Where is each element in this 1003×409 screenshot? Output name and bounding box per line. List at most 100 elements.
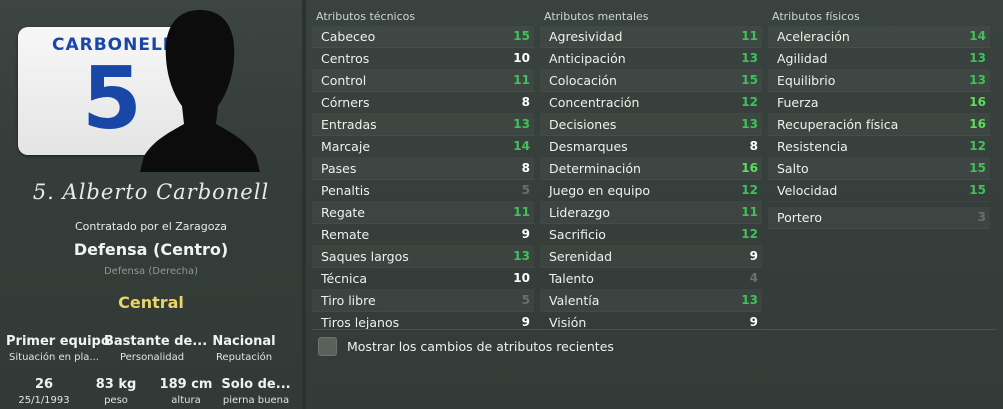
attribute-row[interactable]: Cabeceo 15 (312, 26, 534, 48)
recent-changes-label: Mostrar los cambios de atributos recient… (347, 339, 614, 354)
info-label: Reputación (215, 352, 273, 363)
attribute-row[interactable]: Tiro libre 5 (312, 290, 534, 312)
attribute-value: 13 (741, 51, 758, 65)
attribute-row[interactable]: Técnica 10 (312, 268, 534, 290)
info-age: 26 25/1/1993 (6, 377, 82, 406)
attribute-name: Sacrificio (549, 227, 606, 242)
attribute-row[interactable]: Valentía 13 (540, 290, 762, 312)
attribute-value: 15 (513, 29, 530, 43)
attribute-row[interactable]: Juego en equipo 12 (540, 180, 762, 202)
info-preferred-foot[interactable]: Solo de... pierna buena (216, 377, 296, 406)
attribute-value: 12 (741, 183, 758, 197)
attribute-name: Centros (321, 51, 370, 66)
attribute-row[interactable]: Anticipación 13 (540, 48, 762, 70)
attribute-row[interactable]: Saques largos 13 (312, 246, 534, 268)
attribute-row[interactable]: Entradas 13 (312, 114, 534, 136)
attribute-name: Anticipación (549, 51, 626, 66)
info-reputation[interactable]: Nacional Reputación (202, 334, 286, 363)
attribute-row[interactable]: Remate 9 (312, 224, 534, 246)
attribute-name: Aceleración (777, 29, 850, 44)
attribute-name: Agilidad (777, 51, 828, 66)
attribute-name: Salto (777, 161, 809, 176)
section-divider (312, 329, 997, 330)
column-header: Atributos técnicos (316, 10, 416, 23)
attribute-value: 5 (521, 183, 530, 197)
physical-attributes-column: Atributos físicos Aceleración 14 Agilidad 1… (768, 8, 990, 229)
attribute-row[interactable]: Concentración 12 (540, 92, 762, 114)
attribute-value: 12 (741, 95, 758, 109)
info-label: peso (104, 395, 128, 406)
attribute-row[interactable]: Agresividad 11 (540, 26, 762, 48)
attribute-row[interactable]: Tiros lejanos 9 (312, 312, 534, 334)
info-label: 25/1/1993 (18, 395, 70, 406)
attribute-name: Fuerza (777, 95, 819, 110)
attribute-row[interactable]: Decisiones 13 (540, 114, 762, 136)
attribute-name: Entradas (321, 117, 377, 132)
attribute-row[interactable]: Aceleración 14 (768, 26, 990, 48)
attribute-row[interactable]: Agilidad 13 (768, 48, 990, 70)
player-profile-panel: CARBONELL 5 5. Alberto Carbonell Contrat… (0, 0, 302, 409)
attribute-name: Serenidad (549, 249, 613, 264)
attribute-value: 4 (749, 271, 758, 285)
attribute-row[interactable]: Visión 9 (540, 312, 762, 334)
attribute-row[interactable]: Portero 3 (768, 207, 990, 229)
attribute-name: Saques largos (321, 249, 409, 264)
technical-attributes-column: Atributos técnicos Cabeceo 15 Centros 10 Con… (312, 8, 534, 334)
info-personality[interactable]: Bastante de... Personalidad (104, 334, 207, 363)
attribute-row[interactable]: Sacrificio 12 (540, 224, 762, 246)
attribute-name: Control (321, 73, 367, 88)
attribute-name: Agresividad (549, 29, 623, 44)
attribute-value: 15 (741, 73, 758, 87)
attribute-row[interactable]: Salto 15 (768, 158, 990, 180)
attribute-row[interactable]: Fuerza 16 (768, 92, 990, 114)
recent-changes-checkbox[interactable] (318, 337, 337, 356)
attribute-value: 8 (749, 139, 758, 153)
attribute-row[interactable]: Colocación 15 (540, 70, 762, 92)
attribute-name: Concentración (549, 95, 640, 110)
attribute-row[interactable]: Penaltis 5 (312, 180, 534, 202)
attribute-name: Córners (321, 95, 370, 110)
attribute-name: Portero (777, 210, 822, 225)
attribute-name: Valentía (549, 293, 600, 308)
attribute-value: 8 (521, 161, 530, 175)
attribute-value: 16 (741, 161, 758, 175)
attribute-row[interactable]: Centros 10 (312, 48, 534, 70)
column-header: Atributos físicos (772, 10, 860, 23)
attribute-row[interactable]: Pases 8 (312, 158, 534, 180)
info-squad-status[interactable]: Primer equipo Situación en pla... (6, 334, 110, 363)
shirt-number: 5 (82, 49, 142, 149)
attribute-value: 14 (513, 139, 530, 153)
recent-changes-toggle[interactable]: Mostrar los cambios de atributos recient… (318, 337, 614, 356)
attribute-row[interactable]: Equilibrio 13 (768, 70, 990, 92)
attribute-row[interactable]: Determinación 16 (540, 158, 762, 180)
attributes-panel: Atributos técnicos Cabeceo 15 Centros 10 Con… (306, 0, 1003, 409)
attribute-row[interactable]: Resistencia 12 (768, 136, 990, 158)
attribute-name: Pases (321, 161, 357, 176)
attribute-value: 13 (513, 117, 530, 131)
attribute-row[interactable]: Velocidad 15 (768, 180, 990, 202)
info-weight: 83 kg peso (78, 377, 154, 406)
attribute-row[interactable]: Recuperación física 16 (768, 114, 990, 136)
contract-status: Contratado por el Zaragoza (74, 220, 228, 233)
attribute-name: Penaltis (321, 183, 370, 198)
player-role: Central (118, 293, 184, 312)
attribute-name: Resistencia (777, 139, 848, 154)
attribute-row[interactable]: Liderazgo 11 (540, 202, 762, 224)
attribute-name: Tiro libre (321, 293, 376, 308)
info-label: Personalidad (119, 352, 185, 363)
attribute-name: Remate (321, 227, 370, 242)
attribute-row[interactable]: Desmarques 8 (540, 136, 762, 158)
attribute-row[interactable]: Córners 8 (312, 92, 534, 114)
attribute-value: 11 (513, 205, 530, 219)
attribute-value: 13 (969, 73, 986, 87)
attribute-row[interactable]: Marcaje 14 (312, 136, 534, 158)
attribute-row[interactable]: Regate 11 (312, 202, 534, 224)
attribute-value: 9 (521, 227, 530, 241)
attribute-row[interactable]: Control 11 (312, 70, 534, 92)
info-label: pierna buena (222, 395, 290, 406)
attribute-value: 8 (521, 95, 530, 109)
attribute-row[interactable]: Serenidad 9 (540, 246, 762, 268)
attribute-name: Regate (321, 205, 366, 220)
attribute-row[interactable]: Talento 4 (540, 268, 762, 290)
player-position-secondary: Defensa (Derecha) (103, 266, 199, 277)
